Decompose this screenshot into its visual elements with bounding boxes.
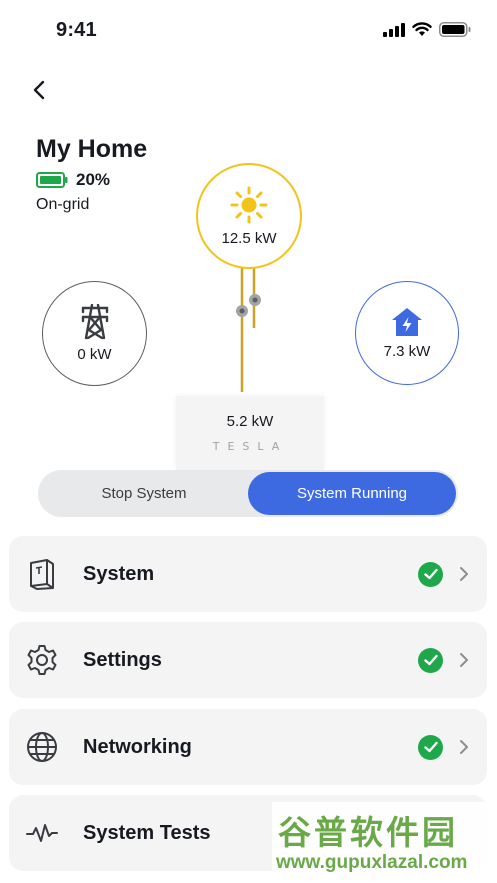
powerwall-card[interactable]: 5.2 kW TESLA (176, 396, 324, 470)
stop-system-button[interactable]: Stop System (40, 472, 248, 515)
solar-value: 12.5 kW (221, 229, 277, 247)
chevron-right-icon (460, 567, 468, 581)
gear-icon (25, 643, 59, 677)
system-toggle[interactable]: Stop System System Running (38, 470, 458, 517)
status-ok-icon (418, 561, 443, 587)
chevron-right-icon (460, 653, 468, 667)
grid-node[interactable]: 0 kW (42, 281, 147, 386)
powerwall-icon (25, 557, 59, 591)
menu-item-label: Settings (83, 648, 162, 671)
home-bolt-icon (392, 307, 422, 336)
watermark: 谷普软件园 www.gupuxlazal.com (272, 802, 494, 882)
chevron-right-icon (460, 740, 468, 754)
powerwall-value: 5.2 kW (226, 413, 274, 430)
sun-icon (230, 186, 268, 223)
home-value: 7.3 kW (383, 342, 431, 360)
watermark-title: 谷普软件园 (278, 813, 458, 852)
status-ok-icon (418, 734, 443, 760)
globe-icon (25, 730, 59, 764)
waveform-icon (25, 816, 59, 850)
solar-node[interactable]: 12.5 kW (196, 163, 302, 269)
menu-item-label: Networking (83, 735, 192, 758)
menu-item-networking[interactable]: Networking (9, 709, 487, 785)
grid-value: 0 kW (77, 346, 112, 363)
watermark-url: www.gupuxlazal.com (276, 852, 468, 873)
menu-item-label: System (83, 562, 155, 585)
system-running-button[interactable]: System Running (248, 472, 456, 515)
menu-item-settings[interactable]: Settings (9, 622, 487, 698)
transmission-tower-icon (81, 304, 108, 340)
tesla-logo: TESLA (212, 440, 288, 453)
home-node[interactable]: 7.3 kW (355, 281, 459, 385)
status-ok-icon (418, 647, 443, 673)
menu-item-system[interactable]: System (9, 536, 487, 612)
